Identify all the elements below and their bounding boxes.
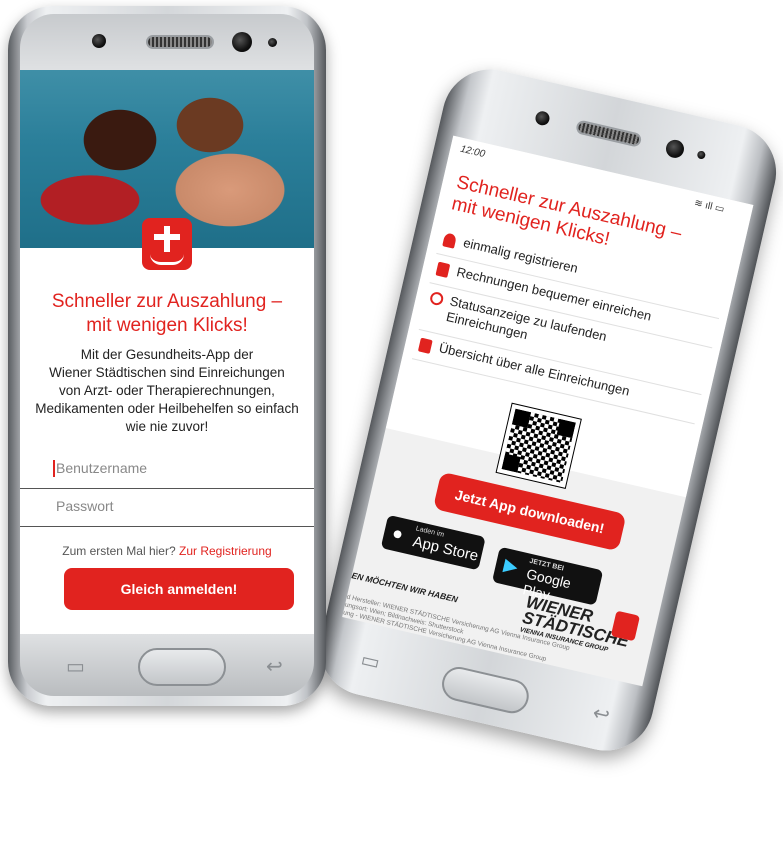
phone-front-screen: Schneller zur Auszahlung – mit wenigen K… (20, 70, 314, 634)
recent-apps-icon[interactable]: ▭ (66, 654, 85, 679)
username-placeholder: Benutzername (56, 460, 148, 476)
document-icon (435, 261, 451, 278)
intro-line: wie nie zuvor! (125, 419, 209, 434)
apple-icon: ● (390, 522, 406, 545)
intro-line: Wiener Städtischen sind Einreichungen (49, 365, 285, 380)
app-store-label: App Store (411, 533, 480, 565)
sensor-camera (232, 32, 252, 52)
text-cursor (53, 460, 55, 477)
intro-line: Medikamenten oder Heilbehelfen so einfac… (35, 401, 299, 416)
documents-icon (417, 337, 433, 354)
play-icon: ▶ (501, 554, 520, 577)
heading-line1: Schneller zur Auszahlung – (51, 291, 283, 312)
register-question: Zum ersten Mal hier? (62, 544, 176, 558)
home-button[interactable] (138, 648, 226, 686)
app-store-badge[interactable]: ● Laden im App Store (380, 514, 486, 571)
intro-text: Mit der Gesundheits-App der Wiener Städt… (34, 346, 300, 436)
heading-line2: mit wenigen Klicks! (86, 315, 248, 336)
password-field[interactable]: Passwort (20, 488, 314, 527)
intro-line: Mit der Gesundheits-App der (80, 347, 254, 362)
proximity-sensor (268, 38, 277, 47)
password-placeholder: Passwort (56, 498, 114, 514)
earpiece-speaker (146, 35, 214, 49)
app-logo-icon (142, 218, 192, 270)
login-button[interactable]: Gleich anmelden! (64, 568, 294, 610)
user-icon (442, 232, 458, 249)
register-prompt: Zum ersten Mal hier? Zur Registrierung (20, 544, 314, 558)
register-link[interactable]: Zur Registrierung (179, 544, 272, 558)
intro-line: von Arzt- oder Therapierechnungen, (59, 383, 275, 398)
phone-back: 12:00 ≋ ıll ▭ Schneller zur Auszahlung –… (310, 59, 783, 761)
phone-back-screen: 12:00 ≋ ıll ▭ Schneller zur Auszahlung –… (342, 135, 754, 687)
front-camera (92, 34, 106, 48)
download-qr-code[interactable] (495, 402, 582, 490)
username-field[interactable]: Benutzername (20, 450, 314, 489)
back-icon[interactable]: ↩ (266, 654, 283, 679)
search-icon (428, 290, 445, 307)
